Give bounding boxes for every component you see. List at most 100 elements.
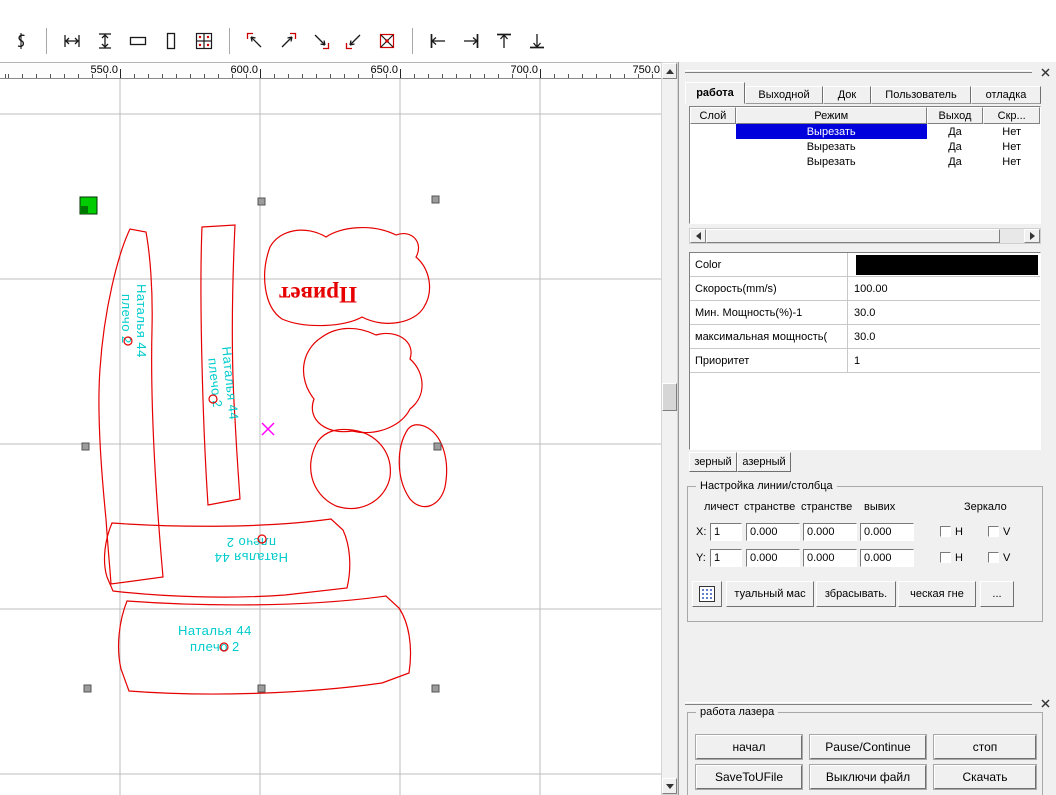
s-curve-tool-icon[interactable] [6, 27, 36, 55]
tab-work[interactable]: работа [685, 82, 745, 104]
pattern-piece-round-blob-left[interactable] [310, 428, 391, 510]
layer-row[interactable]: Вырезать Да Нет [690, 124, 1040, 139]
layer-hide-cell[interactable]: Нет [983, 154, 1040, 169]
x-space1-input[interactable] [746, 523, 800, 541]
layer-mode-cell[interactable]: Вырезать [736, 139, 927, 154]
pause-continue-button[interactable]: Pause/Continue [810, 735, 926, 759]
horizontal-scroll-thumb[interactable] [706, 229, 1000, 243]
origin-marker [79, 196, 98, 215]
align-left-icon[interactable] [423, 27, 453, 55]
pattern-piece-bottom-band[interactable] [117, 595, 412, 695]
property-label: максимальная мощность( [690, 325, 848, 348]
tab-debug[interactable]: отладка [971, 86, 1041, 104]
scale-height-icon[interactable] [90, 27, 120, 55]
align-right-icon[interactable] [456, 27, 486, 55]
y-space2-input[interactable] [803, 549, 857, 567]
layer-hide-cell[interactable]: Нет [983, 139, 1040, 154]
download-button[interactable]: Скачать [934, 765, 1036, 789]
more-options-button[interactable]: ... [980, 581, 1014, 607]
align-bottom-icon[interactable] [522, 27, 552, 55]
hello-text[interactable]: Привет [278, 282, 357, 307]
layer-mode-cell[interactable]: Вырезать [735, 124, 927, 139]
layer-mode-cell[interactable]: Вырезать [736, 154, 927, 169]
x-space2-input[interactable] [803, 523, 857, 541]
reset-button[interactable]: збрасывать. [816, 581, 896, 607]
panel-close-icon[interactable] [1038, 65, 1052, 79]
output-file-button[interactable]: Выключи файл [810, 765, 926, 789]
layer-property-grid: Color Скорость(mm/s) 100.00 Мин. Мощност… [689, 252, 1041, 450]
y-space1-input[interactable] [746, 549, 800, 567]
layer-row[interactable]: Вырезать Да Нет [690, 139, 1040, 154]
property-value[interactable]: 100.00 [848, 277, 1040, 300]
layer-output-cell[interactable]: Да [927, 154, 984, 169]
drawing-canvas[interactable]: Наталья 44 плечо 2 Наталья 44 плечо 2 На… [0, 79, 661, 795]
y-count-input[interactable] [710, 549, 742, 567]
align-top-icon[interactable] [489, 27, 519, 55]
move-bottom-left-icon[interactable] [339, 27, 369, 55]
scroll-left-button[interactable] [690, 229, 706, 243]
property-value[interactable]: 30.0 [848, 325, 1040, 348]
panel-grip[interactable] [685, 702, 1032, 705]
x-count-input[interactable] [710, 523, 742, 541]
rect-horizontal-icon[interactable] [123, 27, 153, 55]
x-mirror-h-checkbox[interactable] [940, 526, 951, 537]
move-center-icon[interactable] [372, 27, 402, 55]
piece-label-narrow[interactable]: Наталья 44 плечо 2 [204, 346, 242, 423]
laser-panel-close-icon[interactable] [1038, 696, 1052, 710]
piece-label-middle-mirrored[interactable]: Наталья 44 плечо 2 [214, 535, 288, 565]
property-value[interactable]: 30.0 [848, 301, 1040, 324]
scroll-right-button[interactable] [1024, 229, 1040, 243]
move-top-left-icon[interactable] [240, 27, 270, 55]
tab-user[interactable]: Пользователь [871, 86, 971, 104]
y-mirror-h-label: H [955, 552, 963, 564]
layer-output-cell[interactable]: Да [927, 124, 984, 139]
center-cross-marker [261, 422, 275, 436]
scroll-down-button[interactable] [662, 778, 677, 794]
pattern-piece-hello-blob[interactable] [264, 227, 431, 327]
col-header-layer[interactable]: Слой [690, 107, 736, 124]
canvas-vertical-scrollbar[interactable] [661, 62, 678, 795]
vertical-scroll-thumb[interactable] [662, 383, 677, 411]
tab-output[interactable]: Выходной [745, 86, 823, 104]
rect-vertical-icon[interactable] [156, 27, 186, 55]
tab-doc[interactable]: Док [823, 86, 871, 104]
pattern-piece-mid-blob[interactable] [302, 327, 423, 434]
property-value[interactable]: 1 [848, 349, 1040, 372]
move-bottom-right-icon[interactable] [306, 27, 336, 55]
col-header-mirror: Зеркало [964, 501, 1007, 513]
virtual-array-grid-button[interactable] [692, 581, 722, 607]
property-value[interactable] [848, 253, 1040, 276]
property-label: Color [690, 253, 848, 276]
mode-tab-2[interactable]: азерный [737, 452, 791, 472]
x-mirror-v-checkbox[interactable] [988, 526, 999, 537]
move-top-right-icon[interactable] [273, 27, 303, 55]
scale-width-icon[interactable] [57, 27, 87, 55]
scroll-up-button[interactable] [662, 63, 677, 79]
col-header-output[interactable]: Выход [926, 107, 984, 124]
layer-row[interactable]: Вырезать Да Нет [690, 154, 1040, 169]
svg-text:плечо 2: плечо 2 [190, 639, 240, 654]
start-button[interactable]: начал [696, 735, 802, 759]
panel-grip[interactable] [685, 70, 1032, 73]
y-mirror-h-checkbox[interactable] [940, 552, 951, 563]
piece-label-bottom[interactable]: Наталья 44 плечо 2 [178, 623, 252, 654]
x-offset-input[interactable] [860, 523, 914, 541]
layer-hide-cell[interactable]: Нет [983, 124, 1040, 139]
stop-button[interactable]: стоп [934, 735, 1036, 759]
virtual-array-button[interactable]: туальный мас [726, 581, 814, 607]
col-header-mode[interactable]: Режим [735, 107, 927, 124]
array-grid-icon[interactable] [189, 27, 219, 55]
nesting-button[interactable]: ческая гне [898, 581, 976, 607]
pattern-piece-round-blob-right[interactable] [398, 424, 448, 508]
piece-label-left[interactable]: Наталья 44 плечо 2 [119, 284, 149, 358]
y-mirror-v-checkbox[interactable] [988, 552, 999, 563]
save-to-ufile-button[interactable]: SaveToUFile [696, 765, 802, 789]
color-swatch[interactable] [856, 254, 1038, 275]
layer-output-cell[interactable]: Да [927, 139, 984, 154]
y-offset-input[interactable] [860, 549, 914, 567]
svg-text:Наталья 44: Наталья 44 [178, 623, 252, 638]
col-header-hide[interactable]: Скр... [983, 107, 1040, 124]
svg-text:Наталья 44: Наталья 44 [214, 550, 288, 565]
layer-table-hscrollbar[interactable] [689, 228, 1041, 244]
mode-tab-1[interactable]: зерный [689, 452, 737, 472]
